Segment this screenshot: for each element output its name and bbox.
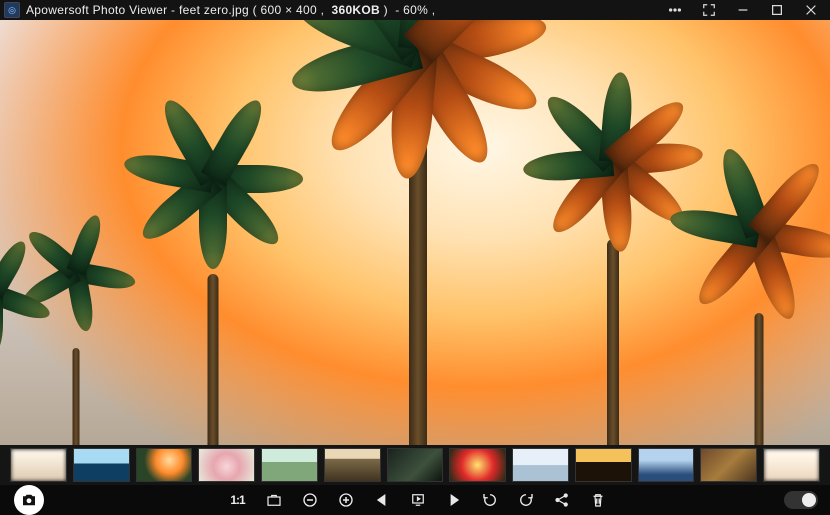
toggle-knob	[802, 493, 816, 507]
prev-icon	[373, 491, 391, 509]
thumbnail-item[interactable]	[449, 448, 506, 482]
batch-button[interactable]	[263, 489, 285, 511]
thumbnail-item[interactable]	[638, 448, 695, 482]
thumbnail-item[interactable]	[136, 448, 193, 482]
zoom-out-icon	[301, 491, 319, 509]
thumbnail-item[interactable]	[387, 448, 444, 482]
actual-size-button[interactable]: 1:1	[227, 489, 249, 511]
rotate-right-button[interactable]	[515, 489, 537, 511]
slideshow-button[interactable]	[407, 489, 429, 511]
thumbnail-item[interactable]	[324, 448, 381, 482]
thumbnail-item[interactable]	[763, 448, 820, 482]
close-button[interactable]	[802, 1, 820, 19]
fullscreen-button[interactable]	[700, 1, 718, 19]
window-title: Apowersoft Photo Viewer - feet zero.jpg …	[26, 3, 435, 17]
delete-button[interactable]	[587, 489, 609, 511]
next-button[interactable]	[443, 489, 465, 511]
briefcase-icon	[265, 491, 283, 509]
main-image	[0, 20, 830, 445]
title-bar: ◎ Apowersoft Photo Viewer - feet zero.jp…	[0, 0, 830, 20]
rotate-ccw-icon	[481, 491, 499, 509]
camera-icon	[20, 491, 38, 509]
file-name: feet zero.jpg	[179, 3, 249, 17]
thumbnail-item[interactable]	[73, 448, 130, 482]
image-viewport[interactable]	[0, 20, 830, 445]
title-sep: -	[167, 3, 179, 17]
share-icon	[553, 491, 571, 509]
minimize-button[interactable]	[734, 1, 752, 19]
app-name: Apowersoft Photo Viewer	[26, 3, 167, 17]
previous-button[interactable]	[371, 489, 393, 511]
more-options-button[interactable]	[666, 1, 684, 19]
app-icon: ◎	[4, 2, 20, 18]
theme-toggle[interactable]	[784, 491, 818, 509]
rotate-left-button[interactable]	[479, 489, 501, 511]
zoom-in-icon	[337, 491, 355, 509]
thumbnail-item[interactable]	[512, 448, 569, 482]
thumbnail-strip[interactable]	[0, 445, 830, 485]
screenshot-button[interactable]	[14, 485, 44, 515]
rotate-cw-icon	[517, 491, 535, 509]
thumbnail-item[interactable]	[10, 448, 67, 482]
file-size: 360KOB	[332, 3, 381, 17]
bottom-toolbar: 1:1	[0, 485, 830, 515]
trash-icon	[589, 491, 607, 509]
thumbnail-item[interactable]	[261, 448, 318, 482]
thumbnail-item[interactable]	[700, 448, 757, 482]
file-size-close: )	[384, 3, 388, 17]
maximize-button[interactable]	[768, 1, 786, 19]
file-dimensions: ( 600 × 400 ,	[253, 3, 325, 17]
zoom-level: - 60% ,	[395, 3, 435, 17]
next-icon	[445, 491, 463, 509]
thumbnail-item[interactable]	[575, 448, 632, 482]
slideshow-icon	[409, 491, 427, 509]
share-button[interactable]	[551, 489, 573, 511]
thumbnail-item[interactable]	[198, 448, 255, 482]
zoom-out-button[interactable]	[299, 489, 321, 511]
zoom-in-button[interactable]	[335, 489, 357, 511]
